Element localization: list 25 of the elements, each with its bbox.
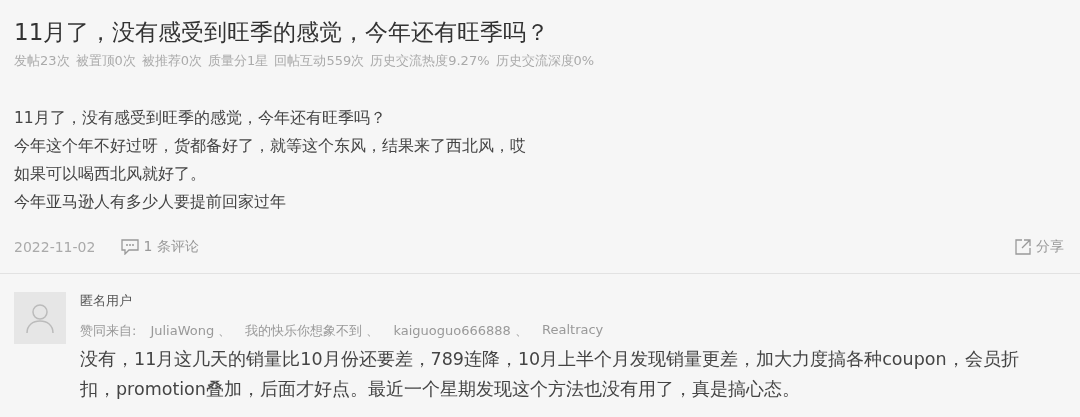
post-stat: 历史交流深度0% — [495, 52, 595, 70]
liker-name[interactable]: JuliaWong 、 — [150, 322, 232, 340]
likes-label: 赞同来自: — [80, 322, 137, 340]
post-text-line: 今年亚马逊人有多少人要提前回家过年 — [14, 192, 287, 213]
post-stat: 发帖23次 — [14, 52, 70, 70]
post-stat: 质量分1星 — [208, 52, 269, 70]
comments-link[interactable]: 1 条评论 — [121, 238, 199, 256]
user-icon — [25, 302, 55, 334]
post-date: 2022-11-02 — [14, 239, 96, 255]
liker-name[interactable]: kaiguoguo666888 、 — [393, 322, 529, 340]
comment-icon — [121, 239, 140, 255]
post-title: 11月了，没有感受到旺季的感觉，今年还有旺季吗？ — [14, 18, 551, 47]
liker-name[interactable]: Realtracy — [542, 322, 604, 340]
post-text-line: 11月了，没有感受到旺季的感觉，今年还有旺季吗？ — [14, 108, 387, 129]
comment-text: 没有，11月这几天的销量比10月份还要差，789连降，10月上半个月发现销量更差，加大力度搞各种coupon，会员折扣，promotion叠加，后面才好点。最近一个星期发现这个方法也没有用了，真是搞心态。 — [80, 348, 1020, 401]
post-text-line: 如果可以喝西北风就好了。 — [14, 164, 207, 185]
post-text-line: 今年这个年不好过呀，货都备好了，就等这个东风，结果来了西北风，哎 — [14, 136, 527, 157]
post-stat: 回帖互动559次 — [274, 52, 365, 70]
liker-name[interactable]: 我的快乐你想象不到 、 — [245, 322, 380, 340]
post-stat: 被置顶0次 — [75, 52, 136, 70]
share-link[interactable]: 分享 — [1014, 238, 1064, 256]
post-stat: 历史交流热度9.27% — [370, 52, 490, 70]
comment-author: 匿名用户 — [80, 292, 133, 310]
post-stat: 被推荐0次 — [141, 52, 203, 70]
share-icon — [1014, 238, 1032, 256]
